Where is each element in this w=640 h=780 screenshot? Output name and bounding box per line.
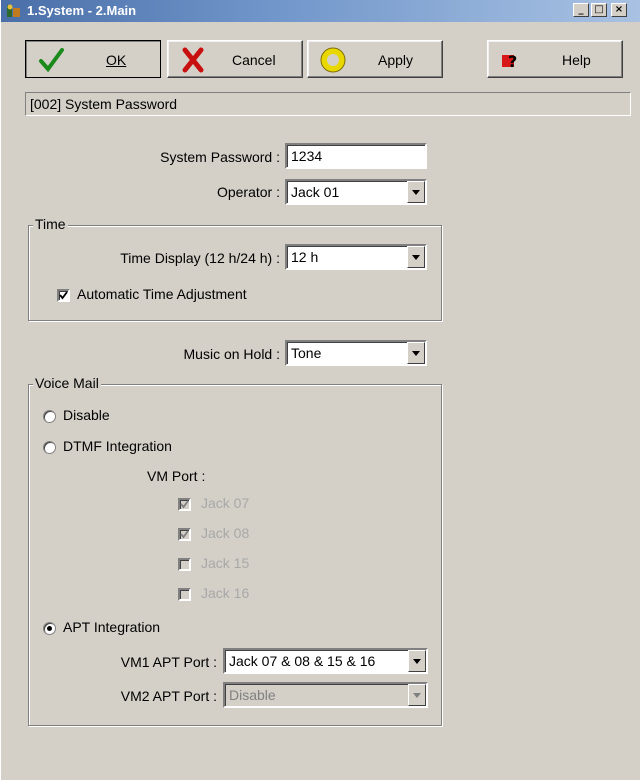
radio-apt-integration[interactable] [43, 622, 56, 635]
time-group-legend: Time [33, 216, 68, 232]
breadcrumb-text: [002] System Password [30, 96, 178, 112]
radio-apt-label: APT Integration [63, 619, 161, 635]
music-on-hold-label: Music on Hold : [183, 346, 280, 362]
operator-label: Operator : [216, 184, 280, 200]
help-label: Help [562, 52, 591, 68]
auto-time-adjust-label: Automatic Time Adjustment [77, 286, 247, 302]
check-icon [59, 291, 68, 300]
chevron-down-icon[interactable] [408, 684, 426, 706]
radio-dtmf-label: DTMF Integration [63, 438, 172, 454]
music-on-hold-value: Tone [291, 345, 322, 361]
vm1-apt-port-select[interactable]: Jack 07 & 08 & 15 & 16 [223, 648, 428, 674]
ok-button[interactable]: OK [25, 40, 161, 78]
title-bar[interactable]: 1.System - 2.Main _ □ × [1, 0, 640, 22]
yellow-ring-icon [320, 47, 346, 73]
vm2-apt-port-label: VM2 APT Port : [120, 688, 217, 704]
auto-time-adjust-checkbox[interactable] [57, 289, 70, 302]
vm2-apt-port-select[interactable]: Disable [223, 682, 428, 708]
check-icon [180, 530, 189, 539]
time-display-value: 12 h [291, 249, 319, 265]
window-title: 1.System - 2.Main [27, 3, 137, 18]
help-icon: ? [502, 52, 517, 71]
time-display-label: Time Display (12 h/24 h) : [120, 250, 280, 266]
vm2-apt-port-value: Disable [229, 687, 276, 703]
apply-button[interactable]: Apply [307, 40, 443, 78]
svg-text:?: ? [508, 52, 517, 71]
apply-label: Apply [378, 52, 414, 68]
checkmark-icon [39, 48, 64, 73]
radio-disable-label: Disable [63, 407, 110, 423]
system-password-label: System Password : [160, 149, 280, 165]
vm-port-jack15-label: Jack 15 [201, 555, 250, 571]
cancel-button[interactable]: Cancel [167, 40, 303, 78]
close-button[interactable]: × [611, 3, 627, 17]
operator-value: Jack 01 [291, 184, 340, 200]
time-group: Time [28, 216, 442, 321]
vm-port-jack07-label: Jack 07 [201, 495, 250, 511]
music-on-hold-select[interactable]: Tone [285, 340, 427, 366]
chevron-down-icon[interactable] [408, 650, 426, 672]
vm-port-jack15-checkbox[interactable] [178, 558, 191, 571]
ok-label: OK [106, 52, 127, 68]
vm-port-jack16-label: Jack 16 [201, 585, 250, 601]
main-window: 1.System - 2.Main _ □ × OK Cancel Apply … [0, 0, 640, 780]
check-icon [180, 500, 189, 509]
radio-selected-dot [47, 626, 52, 631]
breadcrumb: [002] System Password [25, 92, 631, 116]
minimize-button[interactable]: _ [573, 3, 589, 17]
radio-dtmf-integration[interactable] [43, 441, 56, 454]
cancel-label: Cancel [232, 52, 276, 68]
x-icon [182, 47, 204, 73]
maximize-button[interactable]: □ [591, 3, 607, 17]
system-password-input[interactable]: 1234 [285, 143, 427, 169]
chevron-down-icon[interactable] [407, 181, 425, 203]
chevron-down-icon[interactable] [407, 246, 425, 268]
radio-disable[interactable] [43, 410, 56, 423]
vm-port-jack08-checkbox[interactable] [178, 528, 191, 541]
vm-port-label: VM Port : [147, 468, 206, 484]
time-display-select[interactable]: 12 h [285, 244, 427, 270]
vm-port-jack08-label: Jack 08 [201, 525, 250, 541]
vm1-apt-port-value: Jack 07 & 08 & 15 & 16 [229, 653, 376, 669]
vm1-apt-port-label: VM1 APT Port : [120, 654, 217, 670]
help-button[interactable]: ? Help [487, 40, 623, 78]
operator-select[interactable]: Jack 01 [285, 179, 427, 205]
app-icon [7, 4, 20, 17]
chevron-down-icon[interactable] [407, 342, 425, 364]
vm-port-jack07-checkbox[interactable] [178, 498, 191, 511]
voice-mail-legend: Voice Mail [33, 375, 101, 391]
vm-port-jack16-checkbox[interactable] [178, 588, 191, 601]
